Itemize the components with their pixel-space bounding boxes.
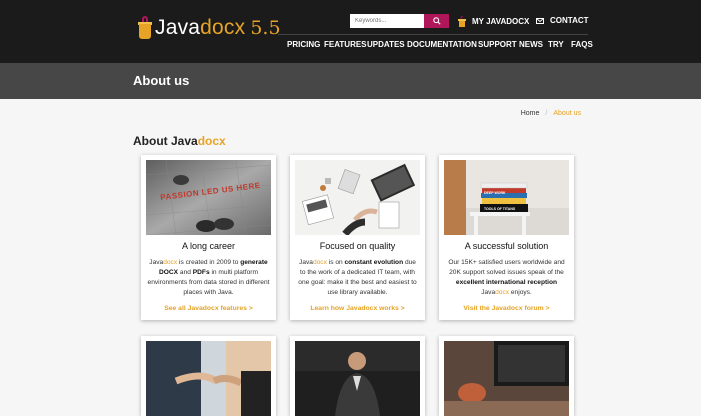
my-account-link[interactable]: MY JAVADOCX [458, 16, 529, 27]
search-form [350, 14, 449, 28]
mail-icon [536, 17, 544, 24]
logo-version: 5.5 [250, 17, 281, 39]
coffee-cup-icon [458, 16, 466, 27]
book-title: TOOLS OF TITANS [484, 207, 516, 211]
card-text: Our 15K+ satisfied users worldwide and 2… [448, 259, 565, 296]
logo[interactable]: Javadocx 5.5 [138, 16, 281, 40]
card-image-desk [295, 160, 420, 235]
search-button[interactable] [424, 14, 449, 28]
site-header: Javadocx 5.5 MY JAVADOCX CONTACT PRICING… [0, 0, 701, 63]
page-title: About us [133, 73, 190, 88]
breadcrumb-current: About us [553, 110, 581, 117]
card-text: Javadocx is created in 2009 to generate … [147, 259, 270, 296]
section-title: About Javadocx [133, 134, 226, 148]
search-icon [432, 17, 441, 25]
coffee-cup-icon [138, 16, 152, 40]
card-focused-quality: Focused on quality Javadocx is on consta… [290, 155, 425, 320]
nav-pricing[interactable]: PRICING [287, 40, 320, 49]
search-input[interactable] [350, 14, 424, 28]
breadcrumb-separator: / [545, 110, 548, 117]
page-title-bar: About us [0, 63, 701, 99]
logo-text: Javadocx [155, 16, 246, 39]
features-link[interactable]: See all Javadocx features > [141, 305, 276, 312]
nav-news[interactable]: NEWS [519, 40, 543, 49]
card-row2-1 [141, 336, 276, 416]
card-long-career: PASSION LED US HERE A long career Javado… [141, 155, 276, 320]
main-nav: PRICING FEATURES UPDATES DOCUMENTATION S… [0, 40, 701, 50]
nav-updates[interactable]: UPDATES [367, 40, 405, 49]
card-title: Focused on quality [319, 241, 396, 251]
contact-link[interactable]: CONTACT [536, 16, 589, 25]
nav-faqs[interactable]: FAQS [571, 40, 593, 49]
card-title: A successful solution [464, 241, 549, 251]
card-title: A long career [181, 241, 236, 251]
nav-support[interactable]: SUPPORT [478, 40, 517, 49]
card-image-passion: PASSION LED US HERE [146, 160, 271, 235]
card-image-businessman [295, 341, 420, 416]
card-row2-3 [439, 336, 574, 416]
card-image-books: DEEP WORK TOOLS OF TITANS [444, 160, 569, 235]
contact-label: CONTACT [550, 16, 589, 25]
forum-link[interactable]: Visit the Javadocx forum > [439, 305, 574, 312]
breadcrumb-home[interactable]: Home [521, 110, 540, 117]
my-account-label: MY JAVADOCX [472, 17, 530, 26]
card-successful-solution: DEEP WORK TOOLS OF TITANS A successful s… [439, 155, 574, 320]
card-image-laptop [444, 341, 569, 416]
nav-features[interactable]: FEATURES [324, 40, 367, 49]
card-text: Javadocx is on constant evolution due to… [298, 259, 417, 296]
how-it-works-link[interactable]: Learn how Javadocx works > [290, 305, 425, 312]
book-title: DEEP WORK [484, 191, 506, 195]
nav-try[interactable]: TRY [548, 40, 564, 49]
card-row2-2 [290, 336, 425, 416]
breadcrumb: Home / About us [521, 110, 581, 117]
card-image-handshake [146, 341, 271, 416]
header-divider [278, 34, 588, 35]
nav-documentation[interactable]: DOCUMENTATION [407, 40, 477, 49]
